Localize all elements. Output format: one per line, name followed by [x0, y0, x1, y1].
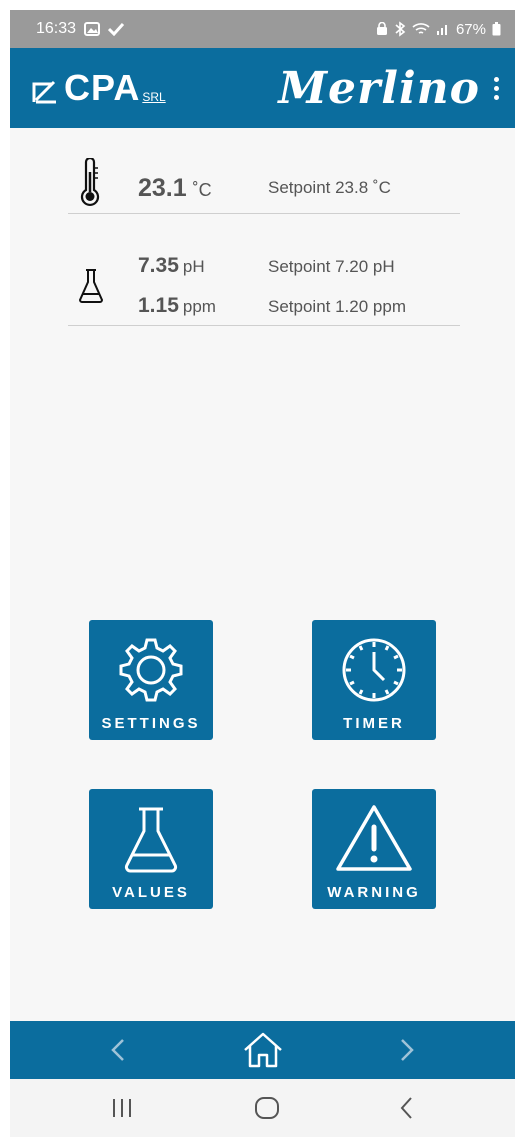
thermometer-icon	[78, 156, 102, 213]
signal-icon	[436, 22, 450, 36]
recents-icon[interactable]	[110, 1097, 134, 1119]
timer-label: TIMER	[343, 715, 405, 732]
settings-label: SETTINGS	[101, 715, 201, 732]
values-label: VALUES	[112, 884, 190, 901]
flask-icon	[78, 268, 104, 309]
temperature-setpoint: Setpoint 23.8 ˚C	[268, 178, 391, 197]
logo-text: CPA	[64, 67, 141, 108]
bottom-navigation	[10, 1021, 515, 1079]
ph-unit: pH	[182, 257, 205, 276]
settings-tile[interactable]: SETTINGS	[89, 620, 213, 740]
chlorine-setpoint: Setpoint 1.20 ppm	[268, 297, 406, 316]
ph-value: 7.35	[138, 254, 179, 277]
logo-mark-icon	[32, 80, 56, 104]
warning-triangle-icon	[334, 803, 414, 878]
chevron-right-icon[interactable]	[399, 1037, 415, 1063]
app-bar: CPA SRL Merlino	[10, 48, 515, 128]
main-content: 23.1 ˚C Setpoint 23.8 ˚C 7.35 pH Setpoin…	[10, 128, 515, 1021]
status-time: 16:33	[36, 20, 77, 37]
warning-label: WARNING	[327, 884, 421, 901]
chevron-left-icon[interactable]	[110, 1037, 126, 1063]
chlorine-unit: ppm	[182, 297, 216, 316]
ph-setpoint: Setpoint 7.20 pH	[268, 257, 395, 276]
bluetooth-icon	[394, 21, 406, 37]
timer-tile[interactable]: TIMER	[312, 620, 436, 740]
warning-tile[interactable]: WARNING	[312, 789, 436, 909]
status-bar: 16:33 67%	[10, 10, 515, 48]
logo-suffix: SRL	[142, 90, 166, 104]
temperature-reading: 23.1 ˚C Setpoint 23.8 ˚C	[68, 150, 460, 214]
overflow-menu-button[interactable]	[494, 76, 499, 100]
lock-icon	[376, 22, 388, 36]
back-icon[interactable]	[399, 1096, 415, 1120]
home-circle-icon[interactable]	[254, 1096, 280, 1120]
gallery-icon	[84, 22, 101, 36]
check-icon	[108, 22, 125, 36]
battery-icon	[492, 22, 501, 36]
app-brand-title: Merlino	[278, 62, 480, 114]
chemistry-reading: 7.35 pH Setpoint 7.20 pH 1.15 ppm Setpoi…	[68, 246, 460, 326]
temperature-unit: ˚C	[192, 180, 212, 200]
home-icon[interactable]	[242, 1031, 284, 1069]
values-tile[interactable]: VALUES	[89, 789, 213, 909]
temperature-value: 23.1	[138, 174, 187, 202]
wifi-icon	[412, 22, 430, 36]
clock-icon	[338, 634, 410, 711]
battery-level: 67%	[455, 20, 486, 38]
gear-icon	[115, 634, 187, 711]
chlorine-value: 1.15	[138, 294, 179, 317]
cpa-logo: CPA SRL	[32, 70, 166, 106]
flask-icon	[121, 803, 181, 880]
system-navigation	[10, 1079, 515, 1137]
